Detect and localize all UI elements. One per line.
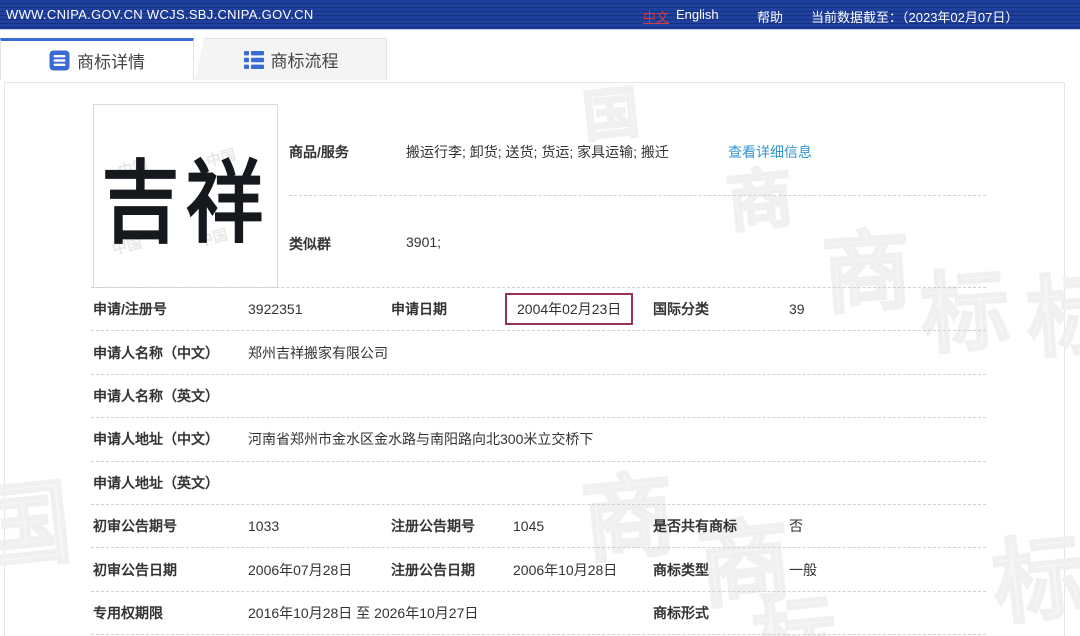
trademark-detail-page: WWW.CNIPA.GOV.CN WCJS.SBJ.CNIPA.GOV.CN 中… [0, 0, 1080, 636]
address-cn-label: 申请人地址（中文） [93, 429, 219, 449]
tab-trademark-detail-label: 商标详情 [77, 48, 145, 73]
tab-trademark-process[interactable]: 商标流程 [195, 38, 387, 80]
mark-form-label: 商标形式 [653, 603, 709, 623]
apply-date-label: 申请日期 [391, 299, 447, 319]
term-value: 2016年10月28日 至 2026年10月27日 [248, 603, 478, 623]
table-row-applicant-en: 申请人名称（英文） [91, 375, 986, 418]
address-cn-value: 河南省郑州市金水区金水路与南阳路向北300米立交桥下 [248, 429, 593, 449]
similar-group-value: 3901; [406, 234, 441, 250]
shared-mark-label: 是否共有商标 [653, 516, 737, 536]
table-row-gazette-dates: 初审公告日期 2006年07月28日 注册公告日期 2006年10月28日 商标… [91, 548, 986, 591]
reg-no-label: 申请/注册号 [93, 299, 167, 319]
goods-services-label: 商品/服务 [289, 142, 349, 162]
first-gazette-no-label: 初审公告期号 [93, 516, 177, 536]
first-gazette-date-value: 2006年07月28日 [248, 560, 352, 580]
applicant-cn-label: 申请人名称（中文） [93, 343, 219, 363]
first-gazette-date-label: 初审公告日期 [93, 560, 177, 580]
tab-trademark-detail[interactable]: 商标详情 [0, 38, 194, 80]
applicant-en-label: 申请人名称（英文） [93, 386, 219, 406]
flow-list-icon [244, 50, 264, 70]
intl-class-label: 国际分类 [653, 299, 709, 319]
shared-mark-value: 否 [789, 516, 803, 536]
reg-gazette-no-label: 注册公告期号 [391, 516, 475, 536]
document-list-icon [49, 50, 70, 71]
trademark-image: 中国 中国 中国 中国 吉祥 [93, 104, 278, 288]
reg-no-value: 3922351 [248, 301, 303, 317]
view-detail-link[interactable]: 查看详细信息 [728, 142, 812, 162]
table-row-applicant-cn: 申请人名称（中文） 郑州吉祥搬家有限公司 [91, 331, 986, 374]
tab-bar: 商标详情 商标流程 [0, 30, 1080, 82]
table-row-term: 专用权期限 2016年10月28日 至 2026年10月27日 商标形式 [91, 592, 986, 635]
term-label: 专用权期限 [93, 603, 163, 623]
help-link[interactable]: 帮助 [757, 7, 783, 26]
goods-services-value: 搬运行李; 卸货; 送货; 货运; 家具运输; 搬迁 [406, 142, 669, 162]
first-gazette-no-value: 1033 [248, 518, 279, 534]
trademark-detail-card: 国 商 商 标 国 商 商 标 标 标 中国 中国 中国 中国 吉祥 商品/服务… [4, 82, 1065, 636]
mark-type-label: 商标类型 [653, 560, 709, 580]
reg-gazette-date-label: 注册公告日期 [391, 560, 475, 580]
reg-gazette-date-value: 2006年10月28日 [513, 560, 617, 580]
tab-trademark-process-label: 商标流程 [271, 47, 339, 72]
applicant-cn-value: 郑州吉祥搬家有限公司 [248, 343, 388, 363]
data-cutoff-date: 当前数据截至：（2023年02月07日） [811, 7, 1018, 26]
field-rows: 申请/注册号 3922351 申请日期 2004年02月23日 国际分类 39 … [5, 288, 1066, 635]
top-bar: WWW.CNIPA.GOV.CN WCJS.SBJ.CNIPA.GOV.CN 中… [0, 0, 1080, 30]
apply-date-highlight-box: 2004年02月23日 [505, 293, 633, 325]
trademark-text: 吉祥 [101, 132, 269, 261]
table-row-address-en: 申请人地址（英文） [91, 462, 986, 505]
intl-class-value: 39 [789, 301, 805, 317]
address-en-label: 申请人地址（英文） [93, 473, 219, 493]
similar-group-label: 类似群 [289, 234, 331, 254]
table-row-registration: 申请/注册号 3922351 申请日期 2004年02月23日 国际分类 39 [91, 288, 986, 331]
reg-gazette-no-value: 1045 [513, 518, 544, 534]
site-url: WWW.CNIPA.GOV.CN WCJS.SBJ.CNIPA.GOV.CN [6, 7, 314, 22]
row-divider [289, 195, 986, 196]
table-row-address-cn: 申请人地址（中文） 河南省郑州市金水区金水路与南阳路向北300米立交桥下 [91, 418, 986, 461]
mark-type-value: 一般 [789, 560, 817, 580]
language-chinese-link[interactable]: 中文 [643, 7, 669, 26]
language-english-link[interactable]: English [676, 7, 719, 22]
apply-date-value: 2004年02月23日 [517, 301, 621, 317]
table-row-gazette-numbers: 初审公告期号 1033 注册公告期号 1045 是否共有商标 否 [91, 505, 986, 548]
